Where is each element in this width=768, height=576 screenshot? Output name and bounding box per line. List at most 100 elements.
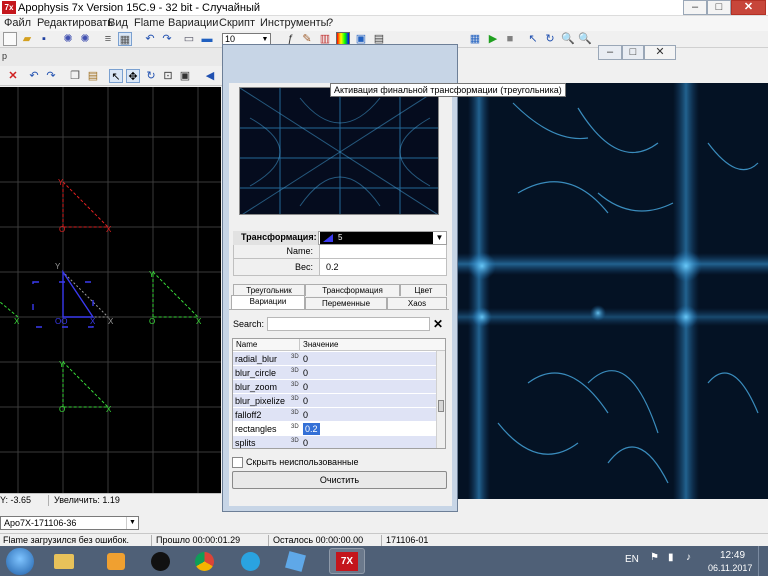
menu-script[interactable]: Скрипт <box>219 17 255 30</box>
undo-icon[interactable]: ↶ <box>143 32 157 46</box>
variation-value[interactable]: 0 <box>303 395 308 407</box>
list-view-icon[interactable]: ≡ <box>101 32 115 46</box>
redo-icon[interactable]: ↷ <box>160 32 174 46</box>
minimize-button[interactable]: – <box>683 0 707 15</box>
grid-header-name[interactable]: Name <box>236 339 257 351</box>
play-icon[interactable]: ▶ <box>486 32 500 46</box>
save-icon[interactable]: ▪ <box>37 32 51 46</box>
menu-help[interactable]: ? <box>327 17 333 30</box>
variation-value[interactable]: 0 <box>303 409 308 421</box>
menu-variations[interactable]: Вариации <box>168 17 218 30</box>
adjust-maximize-button[interactable]: □ <box>622 45 644 60</box>
grid-view-icon[interactable]: ▦ <box>118 32 132 46</box>
taskbar-app-eyes[interactable] <box>143 548 179 574</box>
open-folder-icon[interactable]: ▰ <box>20 32 34 46</box>
editor-caption: р <box>2 51 8 61</box>
tray-flag-icon[interactable]: ⚑ <box>650 552 659 563</box>
gear-icon[interactable]: ✺ <box>61 32 75 46</box>
menu-edit[interactable]: Редактировать <box>37 17 113 30</box>
hide-unused-checkbox[interactable] <box>232 457 243 468</box>
variation-value[interactable]: 0 <box>303 437 308 448</box>
taskbar-explorer[interactable] <box>46 548 82 574</box>
tab-color[interactable]: Цвет <box>400 284 447 296</box>
variation-row[interactable]: blur_circle 3D 0 <box>233 366 436 380</box>
show-desktop-button[interactable] <box>758 546 768 576</box>
taskbar-media-player[interactable] <box>97 548 133 574</box>
variation-value-selected[interactable]: 0.2 <box>303 423 320 435</box>
green-o-label-3: O <box>59 405 65 414</box>
tab-variables[interactable]: Переменные <box>305 297 387 309</box>
paste-icon[interactable]: ▤ <box>86 69 100 83</box>
rotate-icon[interactable]: ↻ <box>543 32 557 46</box>
flame-render-area[interactable] <box>458 83 768 499</box>
close-button[interactable]: ✕ <box>731 0 766 15</box>
weight-value[interactable]: 0.2 <box>326 259 339 275</box>
pointer-icon[interactable]: ↖ <box>109 69 123 83</box>
stop-icon[interactable]: ■ <box>503 32 517 46</box>
variation-row[interactable]: blur_pixelize 3D 0 <box>233 394 436 408</box>
variation-row-selected[interactable]: rectangles 3D 0.2 <box>233 422 436 436</box>
scale-icon[interactable]: ⊡ <box>161 69 175 83</box>
adjust-close-button[interactable]: ✕ <box>644 45 676 60</box>
tab-transform[interactable]: Трансформация <box>305 284 400 296</box>
triangle-icon <box>323 234 333 242</box>
tray-network-icon[interactable]: ▮ <box>668 552 674 563</box>
menu-tools[interactable]: Инструменты <box>260 17 329 30</box>
new-file-icon[interactable] <box>3 32 17 46</box>
rotate-icon[interactable]: ↻ <box>144 69 158 83</box>
tray-volume-icon[interactable]: ♪ <box>686 552 691 563</box>
variation-row[interactable]: falloff2 3D 0 <box>233 408 436 422</box>
zoom-out-icon[interactable]: 🔍 <box>578 32 592 46</box>
menu-view[interactable]: Вид <box>108 17 128 30</box>
variation-value[interactable]: 0 <box>303 367 308 379</box>
taskbar-app-blue[interactable] <box>278 548 314 574</box>
variation-row[interactable]: radial_blur 3D 0 <box>233 352 436 366</box>
menu-file[interactable]: Файл <box>4 17 31 30</box>
search-label: Search: <box>233 319 265 329</box>
redo-icon[interactable]: ↷ <box>44 69 58 83</box>
variation-row[interactable]: splits 3D 0 <box>233 436 436 448</box>
clock-time[interactable]: 12:49 <box>720 550 745 561</box>
flame-select[interactable]: Apo7X-171106-36 ▼ <box>0 516 139 530</box>
grid-scrollbar[interactable] <box>436 351 445 448</box>
search-input[interactable] <box>267 317 430 331</box>
delete-icon[interactable]: ✕ <box>6 69 20 83</box>
editor-zoom: Увеличить: 1.19 <box>54 495 120 505</box>
preview-icon[interactable]: ▬ <box>200 32 214 46</box>
taskbar-telegram[interactable] <box>233 548 269 574</box>
grid-header-value[interactable]: Значение <box>303 339 338 351</box>
close-icon[interactable]: ✕ <box>431 317 445 331</box>
variation-value[interactable]: 0 <box>303 381 308 393</box>
window-title: Apophysis 7x Version 15C.9 - 32 bit - Сл… <box>18 2 261 14</box>
tab-variations[interactable]: Вариации <box>231 295 305 309</box>
red-x-label: X <box>106 225 112 234</box>
zoom-in-icon[interactable]: 🔍 <box>561 32 575 46</box>
copy-icon[interactable]: ❐ <box>68 69 82 83</box>
adjust-minimize-button[interactable]: – <box>598 45 622 60</box>
language-indicator[interactable]: EN <box>625 554 639 565</box>
transform-select[interactable]: 5 <box>320 232 433 244</box>
random-icon[interactable]: ✺ <box>78 32 92 46</box>
select-arrow-icon[interactable]: ↖ <box>526 32 540 46</box>
clock-date[interactable]: 06.11.2017 <box>708 563 752 573</box>
adjust-window-title-bar: – □ ✕ <box>222 44 676 61</box>
frame-icon[interactable]: ▣ <box>178 69 192 83</box>
maximize-button[interactable]: □ <box>707 0 731 15</box>
move-icon[interactable]: ✥ <box>126 69 140 83</box>
start-button[interactable] <box>6 548 34 575</box>
tab-xaos[interactable]: Xaos <box>387 297 447 309</box>
variations-grid[interactable]: Name Значение radial_blur 3D 0 blur_circ… <box>232 338 446 449</box>
grid-scrollbar-thumb[interactable] <box>438 400 444 412</box>
variation-row[interactable]: blur_zoom 3D 0 <box>233 380 436 394</box>
variation-value[interactable]: 0 <box>303 353 308 365</box>
clear-button[interactable]: Очистить <box>232 471 447 489</box>
undo-icon[interactable]: ↶ <box>27 69 41 83</box>
taskbar-chrome[interactable] <box>187 548 223 574</box>
taskbar-apophysis[interactable]: 7X <box>329 548 365 574</box>
menu-flame[interactable]: Flame <box>134 17 165 30</box>
fullscreen-icon[interactable]: ▭ <box>182 32 196 46</box>
flip-left-icon[interactable]: ◀ <box>203 69 217 83</box>
triangle-editor-canvas[interactable]: Y O X Y OO X X Y O X X Y O X <box>0 87 221 493</box>
chevron-down-icon[interactable]: ▼ <box>433 232 446 244</box>
grid-small-icon[interactable]: ▦ <box>468 32 482 46</box>
